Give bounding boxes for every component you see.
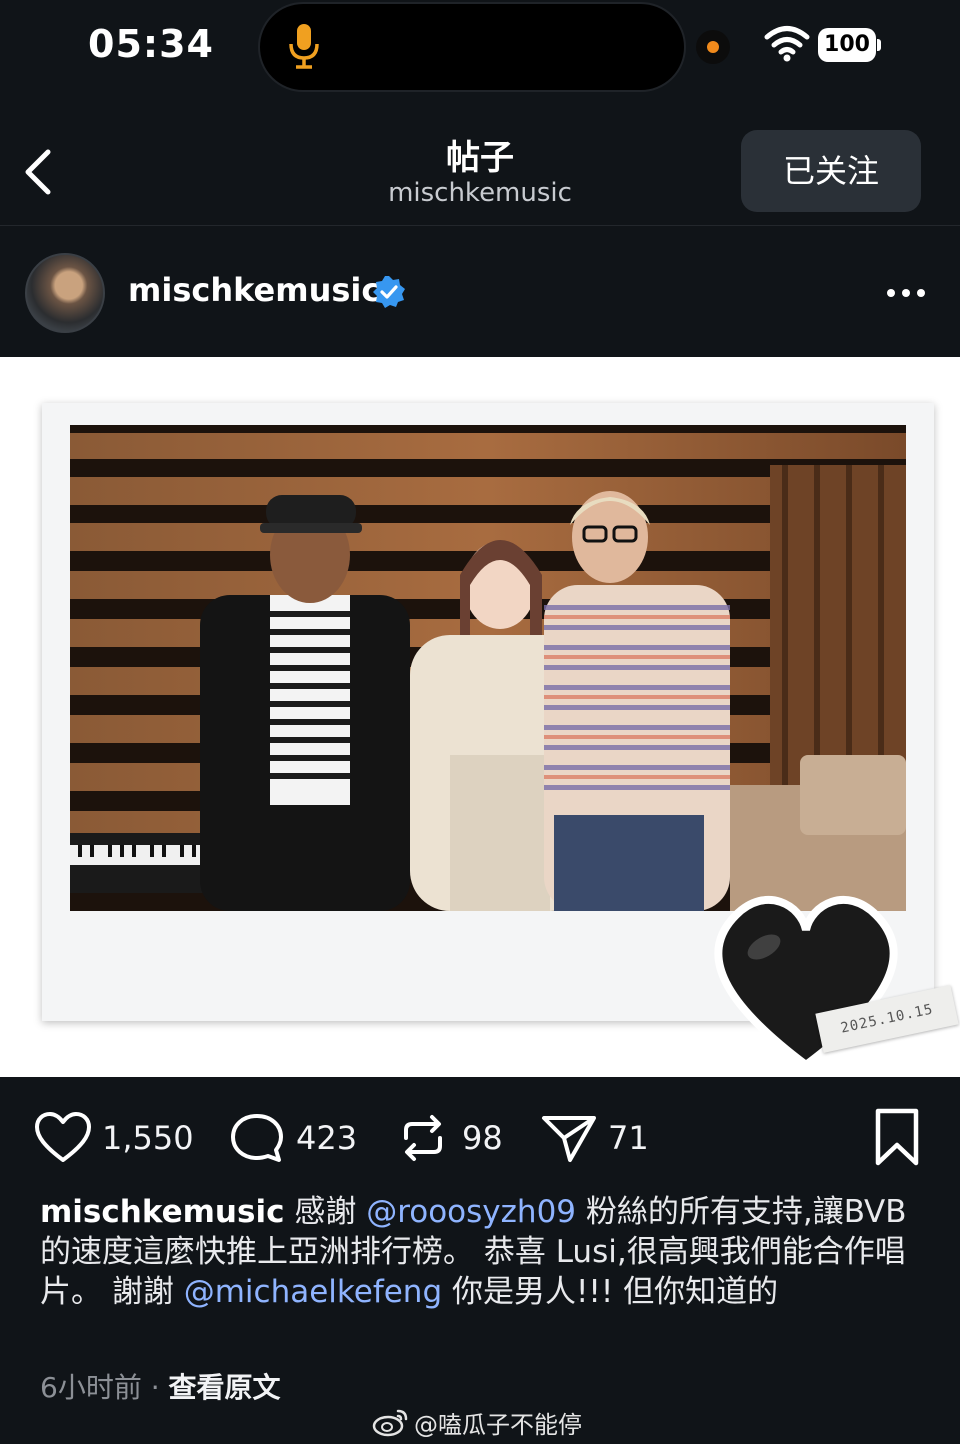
bookmark-icon[interactable] — [872, 1107, 922, 1167]
heart-sticker-icon — [714, 895, 898, 1071]
avatar[interactable] — [25, 253, 105, 333]
comment-button[interactable]: 423 — [228, 1113, 357, 1163]
repost-count: 98 — [462, 1119, 503, 1157]
view-original-link[interactable]: 查看原文 — [169, 1371, 281, 1404]
caption-text: 你是男人!!! 但你知道的 — [442, 1274, 779, 1310]
heart-icon — [35, 1112, 91, 1162]
nav-header: 帖子 mischkemusic 已关注 — [0, 96, 960, 226]
status-bar: 05:34 100 — [0, 0, 960, 96]
verified-badge-icon — [373, 276, 405, 308]
share-button[interactable]: 71 — [540, 1113, 649, 1163]
repost-icon — [404, 1115, 442, 1161]
author-username[interactable]: mischkemusic — [128, 271, 380, 309]
status-time: 05:34 — [88, 22, 214, 66]
weibo-icon — [372, 1409, 408, 1437]
post-image[interactable]: 2025.10.15 — [0, 357, 960, 1077]
post-author-row: mischkemusic — [0, 227, 960, 357]
battery-level: 100 — [818, 28, 876, 62]
caption-text: 感謝 — [284, 1194, 367, 1230]
post-caption: mischkemusic 感謝 @rooosyzh09 粉絲的所有支持,讓BVB… — [40, 1192, 930, 1312]
share-count: 71 — [608, 1119, 649, 1157]
repost-button[interactable]: 98 — [394, 1113, 503, 1163]
watermark-text: @嗑瓜子不能停 — [414, 1410, 582, 1439]
comment-icon — [231, 1114, 283, 1162]
dynamic-island — [258, 2, 686, 92]
following-button[interactable]: 已关注 — [741, 130, 921, 212]
post-actions: 1,550 423 98 71 — [0, 1077, 960, 1192]
mention-link[interactable]: @michaelkefeng — [184, 1274, 442, 1310]
send-icon — [542, 1116, 596, 1162]
wifi-icon — [764, 26, 810, 62]
comment-count: 423 — [296, 1119, 358, 1157]
meta-separator: · — [141, 1371, 169, 1404]
caption-username[interactable]: mischkemusic — [40, 1194, 284, 1230]
like-count: 1,550 — [102, 1119, 194, 1157]
mention-link[interactable]: @rooosyzh09 — [366, 1194, 576, 1230]
group-photo — [70, 425, 906, 911]
watermark: @嗑瓜子不能停 — [372, 1404, 582, 1440]
polaroid-frame: 2025.10.15 — [42, 403, 959, 1071]
like-button[interactable]: 1,550 — [34, 1112, 194, 1163]
more-horizontal-icon[interactable] — [886, 287, 926, 299]
privacy-indicator-icon — [696, 30, 730, 64]
microphone-icon — [289, 24, 319, 69]
post-meta: 6小时前 · 查看原文 — [40, 1366, 281, 1406]
post-time: 6小时前 — [40, 1371, 142, 1404]
battery-icon: 100 — [818, 28, 881, 62]
